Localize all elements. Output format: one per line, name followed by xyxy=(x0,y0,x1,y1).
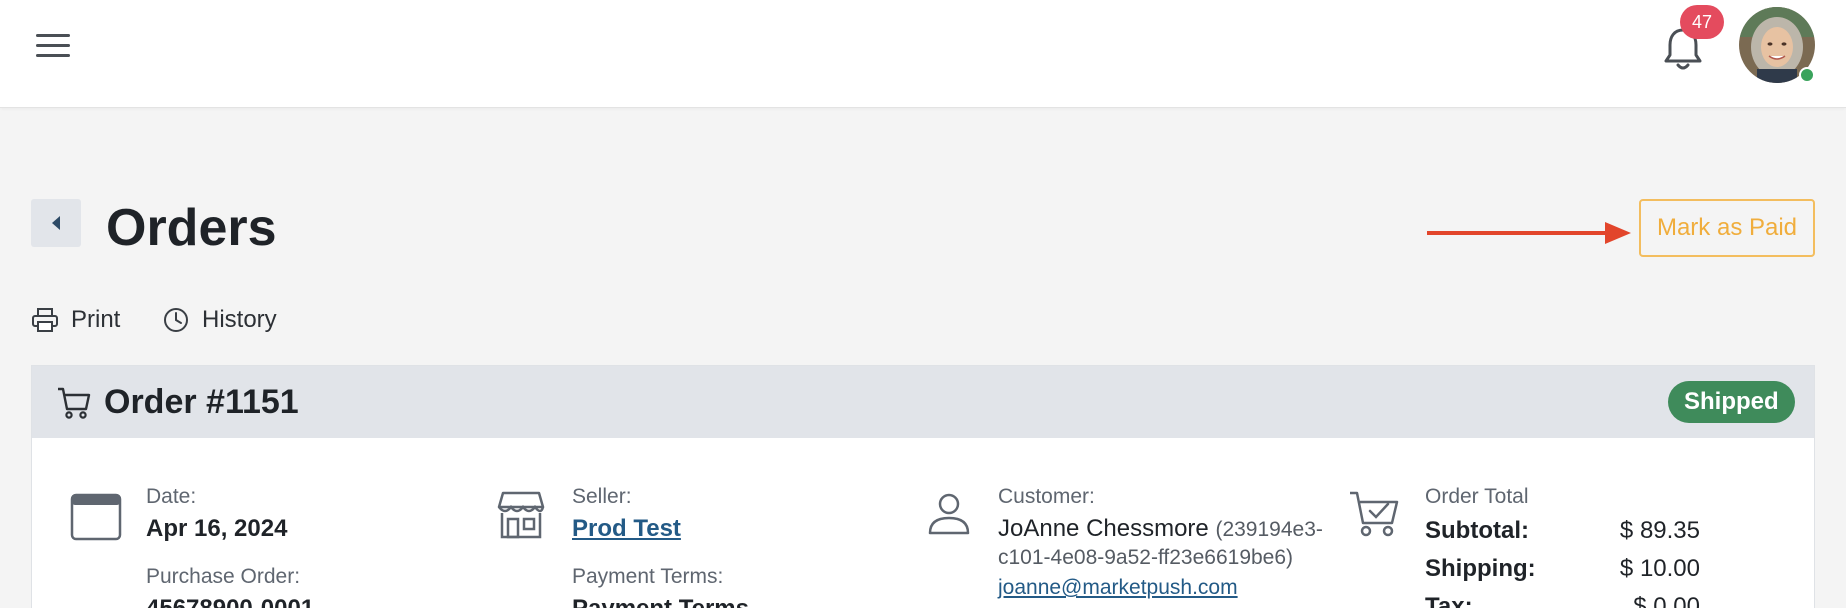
clock-history-icon xyxy=(164,308,188,332)
customer-name: JoAnne Chessmore (239194e3- xyxy=(998,514,1323,545)
caret-left-icon xyxy=(52,216,60,230)
date-label: Date: xyxy=(146,485,197,508)
print-action[interactable]: Print xyxy=(31,302,120,338)
page-title: Orders xyxy=(106,199,277,257)
purchase-order-value: 45678900-0001 xyxy=(146,594,314,608)
tax-label: Tax: xyxy=(1425,593,1473,608)
shipping-value: $ 10.00 xyxy=(1619,555,1700,582)
print-label: Print xyxy=(71,306,121,333)
customer-name-text: JoAnne Chessmore xyxy=(998,515,1209,542)
order-card: Order #1151 Shipped Date: Apr 16, 2024 P… xyxy=(31,365,1815,608)
person-icon xyxy=(928,493,970,535)
order-total-label: Order Total xyxy=(1425,485,1529,508)
purchase-order-label: Purchase Order: xyxy=(146,565,301,588)
online-status-dot xyxy=(1799,67,1815,83)
date-value: Apr 16, 2024 xyxy=(146,515,288,542)
shipping-label: Shipping: xyxy=(1425,555,1536,582)
notification-count-badge: 47 xyxy=(1680,5,1724,39)
annotation-arrow xyxy=(1427,222,1631,244)
cart-check-icon xyxy=(1350,491,1399,537)
customer-id-part1: (239194e3- xyxy=(1215,518,1323,541)
printer-icon xyxy=(32,308,58,332)
subtotal-value: $ 89.35 xyxy=(1619,517,1700,544)
order-title: Order #1151 xyxy=(104,383,299,421)
customer-id-part2: c101-4e08-9a52-ff23e6619be6) xyxy=(998,546,1294,569)
history-action[interactable]: History xyxy=(162,302,277,338)
order-card-header: Order #1151 Shipped xyxy=(32,366,1814,438)
payment-terms-label: Payment Terms: xyxy=(572,565,724,588)
shipping-row: Shipping: $ 10.00 xyxy=(1425,554,1700,584)
mark-as-paid-button[interactable]: Mark as Paid xyxy=(1639,199,1815,257)
hamburger-menu-icon[interactable] xyxy=(36,30,70,60)
subtotal-row: Subtotal: $ 89.35 xyxy=(1425,516,1700,546)
seller-link[interactable]: Prod Test xyxy=(572,514,681,544)
customer-label: Customer: xyxy=(998,485,1095,508)
order-status-badge: Shipped xyxy=(1668,381,1795,423)
storefront-icon xyxy=(497,491,545,539)
seller-label: Seller: xyxy=(572,485,632,508)
payment-terms-value: Payment Terms xyxy=(572,594,749,608)
calendar-icon xyxy=(70,493,122,541)
tax-value: $ 0.00 xyxy=(1633,593,1700,608)
top-bar: 47 xyxy=(0,0,1846,108)
shopping-cart-icon xyxy=(58,387,91,419)
customer-email-link[interactable]: joanne@marketpush.com xyxy=(998,575,1238,601)
back-button[interactable] xyxy=(31,199,81,247)
subtotal-label: Subtotal: xyxy=(1425,517,1529,544)
tax-row: Tax: $ 0.00 xyxy=(1425,592,1700,608)
history-label: History xyxy=(202,306,277,333)
